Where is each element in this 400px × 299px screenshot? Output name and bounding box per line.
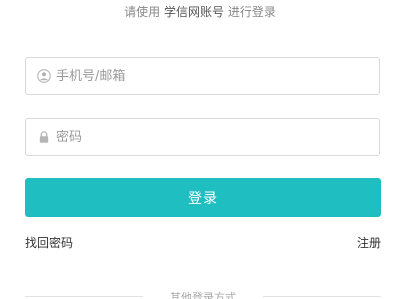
login-panel: 请使用 学信网账号 进行登录 登录 找回密码 注册 其他登录方式 (0, 0, 400, 299)
user-circle-icon (37, 69, 51, 83)
other-login-label: 其他登录方式 (170, 291, 236, 299)
forgot-password-link[interactable]: 找回密码 (25, 234, 73, 251)
other-login-divider: 其他登录方式 (25, 286, 381, 299)
password-input[interactable] (56, 127, 356, 147)
username-input[interactable] (56, 66, 356, 86)
login-button[interactable]: 登录 (25, 178, 381, 217)
password-field[interactable] (25, 118, 380, 156)
instruction-suffix: 进行登录 (227, 5, 276, 19)
username-field[interactable] (25, 57, 380, 95)
account-brand-name: 学信网账号 (163, 5, 224, 19)
register-link[interactable]: 注册 (357, 234, 381, 251)
instruction-prefix: 请使用 (124, 5, 161, 19)
divider-line-right (263, 296, 381, 297)
lock-icon (37, 130, 51, 144)
login-instruction: 请使用 学信网账号 进行登录 (0, 3, 400, 20)
